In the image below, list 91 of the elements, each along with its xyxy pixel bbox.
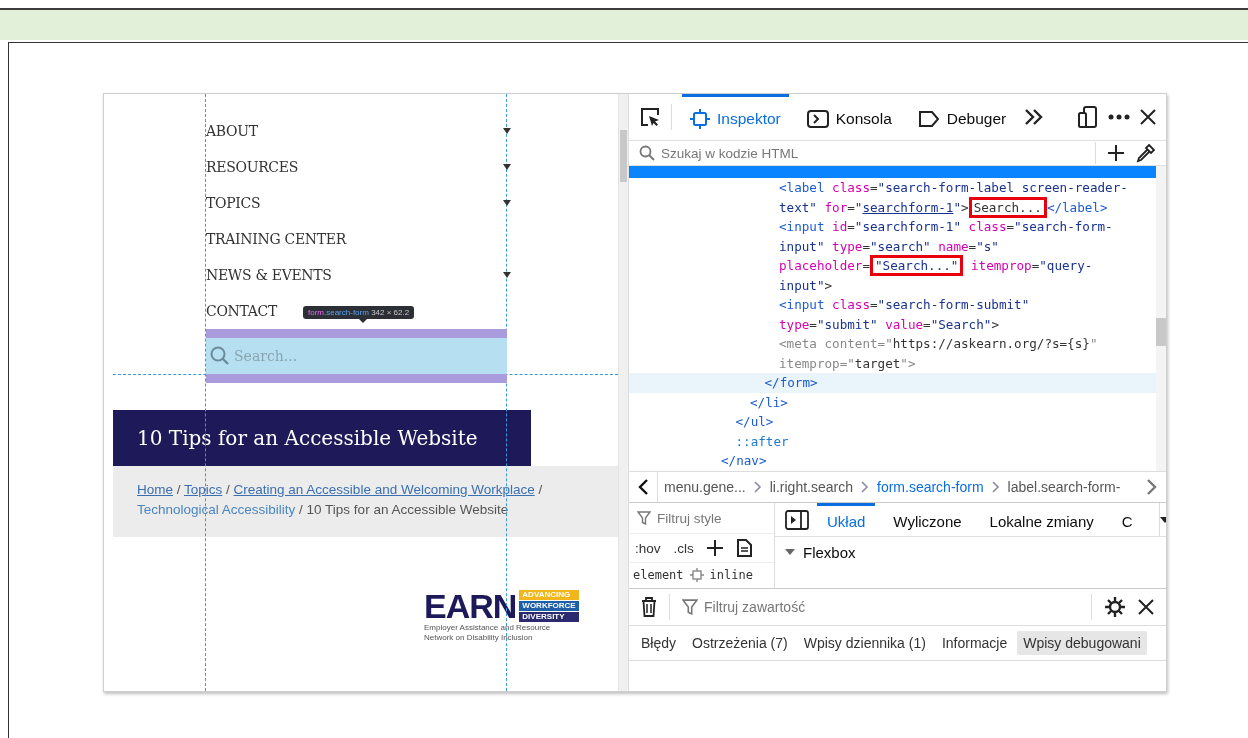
nav-link[interactable]: NEWS & EVENTS: [206, 267, 332, 283]
code-line[interactable]: text" for="searchform-1"> Search... </label>: [629, 197, 1156, 217]
code-line[interactable]: type="submit" value="Search">: [629, 314, 1156, 334]
page-title: 10 Tips for an Accessible Website: [137, 426, 478, 450]
log-filter-button[interactable]: Błędy: [635, 631, 683, 655]
code-line[interactable]: <input class="search-form-submit": [629, 295, 1156, 315]
code-line[interactable]: input" type="search" name="s": [629, 236, 1156, 256]
html-search-field[interactable]: Szukaj w kodzie HTML: [659, 144, 1083, 162]
logo-tag: ADVANCING: [519, 590, 579, 600]
breadcrumb-item[interactable]: li.right.search: [769, 479, 853, 495]
plus-icon[interactable]: [706, 540, 723, 556]
search-icon: [639, 145, 655, 161]
breadcrumb-item[interactable]: label.search-form-: [1007, 479, 1121, 495]
breadcrumb-link[interactable]: Creating an Accessible and Welcoming Workplace: [233, 482, 535, 497]
sidebar-tab[interactable]: Układ: [817, 503, 876, 536]
code-line[interactable]: itemprop="target">: [629, 353, 1156, 373]
trash-icon[interactable]: [641, 597, 657, 617]
nav-link[interactable]: RESOURCES: [206, 159, 298, 175]
devtools-tab[interactable]: Inspektor: [682, 94, 789, 140]
element-picker-icon[interactable]: [639, 106, 661, 128]
plus-icon[interactable]: [1108, 145, 1124, 161]
log-filter-button[interactable]: Wpisy debugowani: [1017, 631, 1147, 655]
devtools-tab[interactable]: Debuger: [909, 94, 1015, 140]
close-icon[interactable]: [1140, 109, 1156, 125]
console-icon: [806, 108, 829, 129]
more-options-icon[interactable]: [1108, 114, 1130, 120]
logo-tag: DIVERSITY: [519, 612, 579, 622]
log-filter-button[interactable]: Informacje: [935, 631, 1014, 655]
scrollbar[interactable]: [1156, 166, 1166, 471]
logo-wordmark: EARN: [424, 589, 517, 623]
toggle-button[interactable]: .cls: [673, 540, 694, 556]
code-line[interactable]: ::after: [629, 431, 1156, 451]
sidebar-tab[interactable]: C: [1111, 503, 1143, 536]
breadcrumb-item[interactable]: form.search-form: [877, 479, 984, 495]
style-filter-field[interactable]: Filtruj style: [655, 509, 766, 527]
eyedropper-icon[interactable]: [1136, 143, 1156, 163]
settings-icon[interactable]: [1104, 596, 1126, 618]
close-icon[interactable]: [1138, 599, 1154, 615]
section-header[interactable]: Flexbox: [775, 537, 1156, 567]
chevron-right-icon: [991, 481, 1000, 493]
console-filter-field[interactable]: Filtruj zawartość: [702, 598, 1079, 616]
node-icon[interactable]: [689, 568, 704, 582]
breadcrumb-link[interactable]: Topics: [184, 482, 223, 497]
code-line[interactable]: <label class="search-form-label screen-reader-: [629, 178, 1156, 198]
nav-link[interactable]: TOPICS: [206, 195, 261, 211]
scrollbar-thumb[interactable]: [1156, 318, 1166, 346]
document-icon[interactable]: [735, 539, 752, 557]
dropdown-arrow-icon[interactable]: [503, 272, 511, 278]
code-line[interactable]: input">: [629, 275, 1156, 295]
more-tabs-icon[interactable]: [1024, 108, 1045, 126]
toggle-button[interactable]: :hov: [635, 540, 661, 556]
code-line[interactable]: placeholder= "Search..." itemprop="query-: [629, 256, 1156, 276]
code-line[interactable]: <meta content="https://askearn.org/?s={s}": [629, 334, 1156, 354]
breadcrumb-link[interactable]: Home: [137, 482, 173, 497]
section-title: Flexbox: [803, 543, 856, 561]
logo-tagline: Employer Assistance and Resource Network on Disability Inclusion: [424, 623, 552, 643]
log-filter-button[interactable]: Wpisy dziennika (1): [797, 631, 932, 655]
tag-icon: [917, 108, 940, 129]
rule-origin: inline: [709, 568, 753, 582]
code-line[interactable]: </ul>: [629, 412, 1156, 432]
scrollbar-thumb[interactable]: [620, 130, 627, 182]
scrollbar[interactable]: [618, 94, 628, 691]
tabs-dropdown-button[interactable]: [1158, 503, 1166, 536]
nav-link[interactable]: CONTACT: [206, 303, 278, 319]
responsive-design-icon[interactable]: [1078, 106, 1098, 128]
chevron-right-icon[interactable]: [1146, 478, 1158, 496]
logo-tag: WORKFORCE: [519, 601, 579, 611]
nav-link[interactable]: ABOUT: [206, 123, 258, 139]
breadcrumb-item[interactable]: menu.gene...: [664, 479, 746, 495]
code-line[interactable]: </nav>: [629, 451, 1156, 471]
search-icon: [210, 346, 230, 366]
sidebar-toggle-icon[interactable]: [785, 509, 809, 530]
inspector-icon: [690, 108, 710, 129]
filter-icon: [637, 511, 651, 525]
log-filter-button[interactable]: Ostrzeżenia (7): [686, 631, 794, 655]
chevron-right-icon: [861, 481, 869, 493]
chevron-left-icon[interactable]: [637, 478, 649, 496]
breadcrumb: Home / Topics / Creating an Accessible and Welcoming Workplace / Technological Accessibility / 10 Tips for an Accessible Website: [137, 481, 544, 519]
search-field[interactable]: Search...: [206, 338, 507, 374]
chevron-right-icon: [753, 481, 762, 493]
sidebar-tab[interactable]: Lokalne zmiany: [979, 503, 1104, 536]
code-line[interactable]: </li>: [629, 392, 1156, 412]
dropdown-arrow-icon[interactable]: [503, 200, 511, 206]
rule-selector: element: [633, 568, 684, 582]
sidebar-tab[interactable]: Wyliczone: [883, 503, 972, 536]
dropdown-arrow-icon[interactable]: [503, 164, 511, 170]
filter-icon: [682, 599, 698, 615]
dropdown-arrow-icon[interactable]: [503, 128, 511, 134]
devtools-tab[interactable]: Konsola: [798, 94, 900, 140]
nav-link[interactable]: TRAINING CENTER: [206, 231, 346, 247]
code-line[interactable]: <input id="searchform-1" class="search-form-: [629, 217, 1156, 237]
